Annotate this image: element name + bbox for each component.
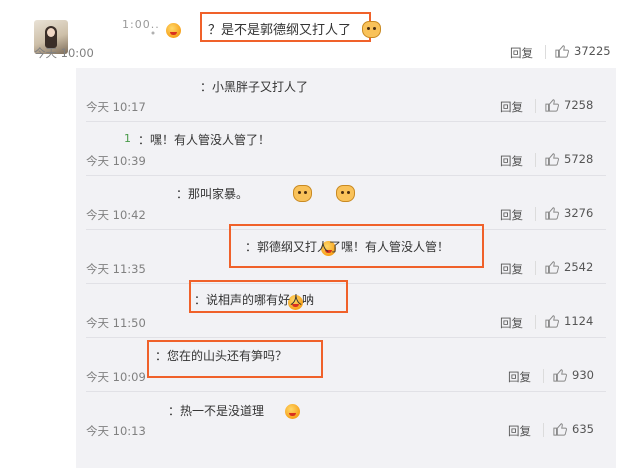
emoji-icon xyxy=(166,23,181,38)
like-button[interactable]: 5728 xyxy=(545,152,593,166)
cat-emoji-icon xyxy=(336,185,356,202)
timestamp: 今天 11:50 xyxy=(86,316,146,330)
cat-emoji-icon xyxy=(362,21,382,38)
timestamp: 今天 10:17 xyxy=(86,100,146,114)
reply-text: ：热一不是没道理 xyxy=(168,404,265,418)
like-button[interactable]: 3276 xyxy=(545,206,593,220)
reply-text: ：小黑胖子又打人了 xyxy=(200,80,309,94)
like-button[interactable]: 7258 xyxy=(545,98,593,112)
reply-text: ：郭德纲又打人了嘿！有人管没人管！ xyxy=(245,240,450,254)
reply-button[interactable]: 回复 xyxy=(510,45,533,61)
divider xyxy=(86,391,606,392)
like-count: 5728 xyxy=(564,152,594,166)
cat-emoji-icon xyxy=(293,185,313,202)
thumbs-up-icon xyxy=(545,99,559,112)
separator xyxy=(535,99,536,113)
like-button[interactable]: 635 xyxy=(553,422,594,436)
timestamp: 今天 11:35 xyxy=(86,262,146,276)
divider xyxy=(86,121,606,122)
reply-username[interactable]: 1 xyxy=(124,132,132,145)
reply-text: ：嘿！有人管没人管了！ xyxy=(138,133,271,147)
like-count: 2542 xyxy=(564,260,594,274)
reply-button[interactable]: 回复 xyxy=(500,261,523,277)
separator xyxy=(535,207,536,221)
thumbs-up-icon xyxy=(545,207,559,220)
thumbs-up-icon xyxy=(545,153,559,166)
reply-text: ：那叫家暴。 xyxy=(176,187,249,201)
emoji-icon xyxy=(284,404,300,419)
separator xyxy=(543,369,544,383)
separator xyxy=(535,153,536,167)
reply-button[interactable]: 回复 xyxy=(508,423,531,439)
timestamp: 今天 10:13 xyxy=(86,424,146,438)
separator xyxy=(535,261,536,275)
comment-text: ？是不是郭德纲又打人了 xyxy=(208,23,352,38)
separator xyxy=(535,315,536,329)
like-button[interactable]: 2542 xyxy=(545,260,593,274)
reply-text: ：说相声的哪有好人呐 xyxy=(194,293,315,307)
reply-button[interactable]: 回复 xyxy=(500,99,523,115)
like-count: 37225 xyxy=(574,44,611,58)
like-count: 7258 xyxy=(564,98,594,112)
reply-button[interactable]: 回复 xyxy=(508,369,531,385)
divider xyxy=(86,337,606,338)
thumbs-up-icon xyxy=(553,423,567,436)
thumbs-up-icon xyxy=(545,315,559,328)
separator xyxy=(545,45,546,59)
like-button[interactable]: 930 xyxy=(553,368,594,382)
timestamp: 今天 10:42 xyxy=(86,208,146,222)
reply-button[interactable]: 回复 xyxy=(500,153,523,169)
dot-icon xyxy=(150,21,156,40)
like-button[interactable]: 1124 xyxy=(545,314,593,328)
like-count: 930 xyxy=(572,368,594,382)
timestamp: 今天 10:00 xyxy=(34,46,94,60)
like-count: 1124 xyxy=(564,314,594,328)
thumbs-up-icon xyxy=(555,45,569,58)
thumbs-up-icon xyxy=(553,369,567,382)
like-count: 635 xyxy=(572,422,594,436)
like-button[interactable]: 37225 xyxy=(555,44,611,58)
timestamp: 今天 10:09 xyxy=(86,370,146,384)
thumbs-up-icon xyxy=(545,261,559,274)
reply-button[interactable]: 回复 xyxy=(500,315,523,331)
reply-text: ：您在的山头还有笋吗？ xyxy=(155,349,288,363)
timestamp: 今天 10:39 xyxy=(86,154,146,168)
divider xyxy=(86,175,606,176)
separator xyxy=(543,423,544,437)
like-count: 3276 xyxy=(564,206,594,220)
reply-button[interactable]: 回复 xyxy=(500,207,523,223)
